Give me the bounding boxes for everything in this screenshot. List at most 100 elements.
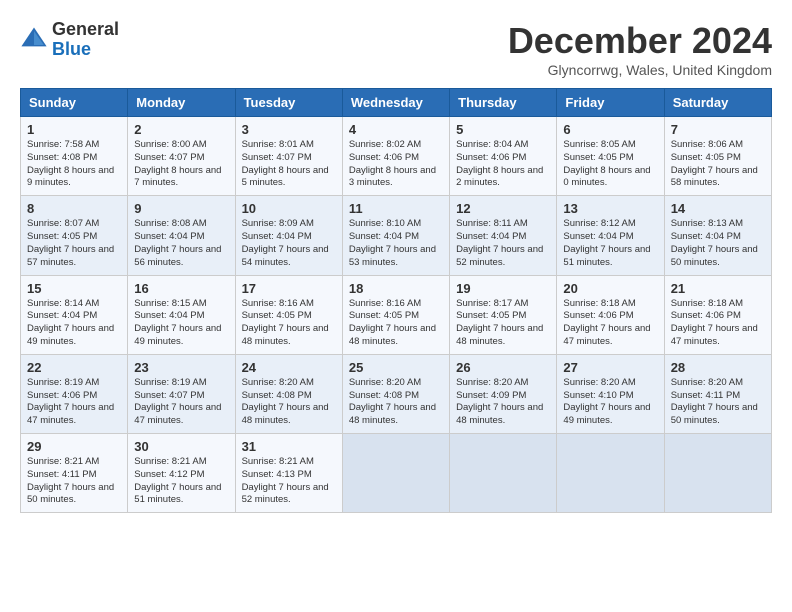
day-info: Sunrise: 8:00 AMSunset: 4:07 PMDaylight … bbox=[134, 139, 228, 190]
day-info: Sunrise: 8:07 AMSunset: 4:05 PMDaylight … bbox=[27, 218, 121, 269]
day-info: Sunrise: 8:20 AMSunset: 4:08 PMDaylight … bbox=[349, 377, 443, 428]
day-info: Sunrise: 8:15 AMSunset: 4:04 PMDaylight … bbox=[134, 298, 228, 349]
header-day: Wednesday bbox=[342, 89, 449, 117]
day-number: 10 bbox=[242, 201, 336, 216]
logo-blue: Blue bbox=[52, 40, 119, 60]
calendar-day: 26Sunrise: 8:20 AMSunset: 4:09 PMDayligh… bbox=[450, 354, 557, 433]
day-number: 31 bbox=[242, 439, 336, 454]
day-number: 30 bbox=[134, 439, 228, 454]
calendar-day: 16Sunrise: 8:15 AMSunset: 4:04 PMDayligh… bbox=[128, 275, 235, 354]
calendar-header: SundayMondayTuesdayWednesdayThursdayFrid… bbox=[21, 89, 772, 117]
page-header: General Blue December 2024 Glyncorrwg, W… bbox=[20, 20, 772, 78]
calendar-day: 7 Sunrise: 8:06 AMSunset: 4:05 PMDaylight… bbox=[664, 117, 771, 196]
day-number: 20 bbox=[563, 281, 657, 296]
calendar-day: 9 Sunrise: 8:08 AMSunset: 4:04 PMDaylight… bbox=[128, 196, 235, 275]
calendar-week: 8 Sunrise: 8:07 AMSunset: 4:05 PMDaylight… bbox=[21, 196, 772, 275]
calendar-day: 24 Sunrise: 8:20 AMSunset: 4:08 PMDayligh… bbox=[235, 354, 342, 433]
day-info: Sunrise: 8:19 AMSunset: 4:06 PMDaylight … bbox=[27, 377, 121, 428]
day-number: 7 bbox=[671, 122, 765, 137]
day-number: 23 bbox=[134, 360, 228, 375]
day-number: 8 bbox=[27, 201, 121, 216]
day-info: Sunrise: 8:14 AMSunset: 4:04 PMDaylight … bbox=[27, 298, 121, 349]
day-number: 3 bbox=[242, 122, 336, 137]
day-number: 18 bbox=[349, 281, 443, 296]
day-number: 24 bbox=[242, 360, 336, 375]
day-info: Sunrise: 8:18 AMSunset: 4:06 PMDaylight … bbox=[671, 298, 765, 349]
calendar-day: 30Sunrise: 8:21 AMSunset: 4:12 PMDayligh… bbox=[128, 434, 235, 513]
header-day: Saturday bbox=[664, 89, 771, 117]
day-number: 2 bbox=[134, 122, 228, 137]
day-info: Sunrise: 8:01 AMSunset: 4:07 PMDaylight … bbox=[242, 139, 336, 190]
header-day: Sunday bbox=[21, 89, 128, 117]
day-info: Sunrise: 8:09 AMSunset: 4:04 PMDaylight … bbox=[242, 218, 336, 269]
day-info: Sunrise: 8:08 AMSunset: 4:04 PMDaylight … bbox=[134, 218, 228, 269]
logo-icon bbox=[20, 24, 48, 52]
day-number: 22 bbox=[27, 360, 121, 375]
day-number: 19 bbox=[456, 281, 550, 296]
month-title: December 2024 bbox=[508, 20, 772, 62]
calendar-body: 1Sunrise: 7:58 AMSunset: 4:08 PMDaylight… bbox=[21, 117, 772, 513]
header-day: Thursday bbox=[450, 89, 557, 117]
calendar-day bbox=[664, 434, 771, 513]
day-info: Sunrise: 8:19 AMSunset: 4:07 PMDaylight … bbox=[134, 377, 228, 428]
day-info: Sunrise: 8:05 AMSunset: 4:05 PMDaylight … bbox=[563, 139, 657, 190]
calendar-week: 1Sunrise: 7:58 AMSunset: 4:08 PMDaylight… bbox=[21, 117, 772, 196]
calendar-day: 10 Sunrise: 8:09 AMSunset: 4:04 PMDayligh… bbox=[235, 196, 342, 275]
calendar-day: 28 Sunrise: 8:20 AMSunset: 4:11 PMDayligh… bbox=[664, 354, 771, 433]
calendar-day bbox=[557, 434, 664, 513]
day-info: Sunrise: 8:06 AMSunset: 4:05 PMDaylight … bbox=[671, 139, 765, 190]
calendar-day: 6 Sunrise: 8:05 AMSunset: 4:05 PMDaylight… bbox=[557, 117, 664, 196]
day-info: Sunrise: 8:17 AMSunset: 4:05 PMDaylight … bbox=[456, 298, 550, 349]
day-info: Sunrise: 8:20 AMSunset: 4:08 PMDaylight … bbox=[242, 377, 336, 428]
day-number: 11 bbox=[349, 201, 443, 216]
calendar-day: 20 Sunrise: 8:18 AMSunset: 4:06 PMDayligh… bbox=[557, 275, 664, 354]
calendar-week: 15Sunrise: 8:14 AMSunset: 4:04 PMDayligh… bbox=[21, 275, 772, 354]
header-row: SundayMondayTuesdayWednesdayThursdayFrid… bbox=[21, 89, 772, 117]
header-day: Monday bbox=[128, 89, 235, 117]
day-info: Sunrise: 8:11 AMSunset: 4:04 PMDaylight … bbox=[456, 218, 550, 269]
calendar-day: 22 Sunrise: 8:19 AMSunset: 4:06 PMDayligh… bbox=[21, 354, 128, 433]
calendar-day: 31 Sunrise: 8:21 AMSunset: 4:13 PMDayligh… bbox=[235, 434, 342, 513]
calendar-day: 8 Sunrise: 8:07 AMSunset: 4:05 PMDaylight… bbox=[21, 196, 128, 275]
day-number: 17 bbox=[242, 281, 336, 296]
calendar-day: 21 Sunrise: 8:18 AMSunset: 4:06 PMDayligh… bbox=[664, 275, 771, 354]
calendar-day: 29 Sunrise: 8:21 AMSunset: 4:11 PMDayligh… bbox=[21, 434, 128, 513]
day-info: Sunrise: 8:02 AMSunset: 4:06 PMDaylight … bbox=[349, 139, 443, 190]
calendar-day: 13 Sunrise: 8:12 AMSunset: 4:04 PMDayligh… bbox=[557, 196, 664, 275]
calendar-day: 18 Sunrise: 8:16 AMSunset: 4:05 PMDayligh… bbox=[342, 275, 449, 354]
day-number: 25 bbox=[349, 360, 443, 375]
day-info: Sunrise: 8:21 AMSunset: 4:11 PMDaylight … bbox=[27, 456, 121, 507]
day-info: Sunrise: 8:21 AMSunset: 4:13 PMDaylight … bbox=[242, 456, 336, 507]
calendar-day: 3 Sunrise: 8:01 AMSunset: 4:07 PMDaylight… bbox=[235, 117, 342, 196]
day-info: Sunrise: 8:20 AMSunset: 4:10 PMDaylight … bbox=[563, 377, 657, 428]
calendar-day: 23 Sunrise: 8:19 AMSunset: 4:07 PMDayligh… bbox=[128, 354, 235, 433]
day-number: 9 bbox=[134, 201, 228, 216]
calendar-day bbox=[450, 434, 557, 513]
day-info: Sunrise: 8:20 AMSunset: 4:09 PMDaylight … bbox=[456, 377, 550, 428]
calendar-day bbox=[342, 434, 449, 513]
day-info: Sunrise: 8:12 AMSunset: 4:04 PMDaylight … bbox=[563, 218, 657, 269]
day-number: 27 bbox=[563, 360, 657, 375]
calendar-day: 15Sunrise: 8:14 AMSunset: 4:04 PMDayligh… bbox=[21, 275, 128, 354]
day-number: 4 bbox=[349, 122, 443, 137]
day-info: Sunrise: 8:16 AMSunset: 4:05 PMDaylight … bbox=[349, 298, 443, 349]
calendar-day: 27 Sunrise: 8:20 AMSunset: 4:10 PMDayligh… bbox=[557, 354, 664, 433]
day-number: 1 bbox=[27, 122, 121, 137]
day-info: Sunrise: 8:18 AMSunset: 4:06 PMDaylight … bbox=[563, 298, 657, 349]
calendar-day: 25 Sunrise: 8:20 AMSunset: 4:08 PMDayligh… bbox=[342, 354, 449, 433]
day-info: Sunrise: 8:20 AMSunset: 4:11 PMDaylight … bbox=[671, 377, 765, 428]
day-number: 6 bbox=[563, 122, 657, 137]
header-day: Tuesday bbox=[235, 89, 342, 117]
location: Glyncorrwg, Wales, United Kingdom bbox=[508, 62, 772, 78]
day-number: 13 bbox=[563, 201, 657, 216]
logo-general: General bbox=[52, 20, 119, 40]
logo-text: General Blue bbox=[52, 20, 119, 60]
calendar-day: 1Sunrise: 7:58 AMSunset: 4:08 PMDaylight… bbox=[21, 117, 128, 196]
calendar-day: 19 Sunrise: 8:17 AMSunset: 4:05 PMDayligh… bbox=[450, 275, 557, 354]
logo: General Blue bbox=[20, 20, 119, 60]
day-number: 28 bbox=[671, 360, 765, 375]
day-number: 21 bbox=[671, 281, 765, 296]
day-number: 29 bbox=[27, 439, 121, 454]
calendar-day: 17Sunrise: 8:16 AMSunset: 4:05 PMDayligh… bbox=[235, 275, 342, 354]
calendar-day: 5Sunrise: 8:04 AMSunset: 4:06 PMDaylight… bbox=[450, 117, 557, 196]
